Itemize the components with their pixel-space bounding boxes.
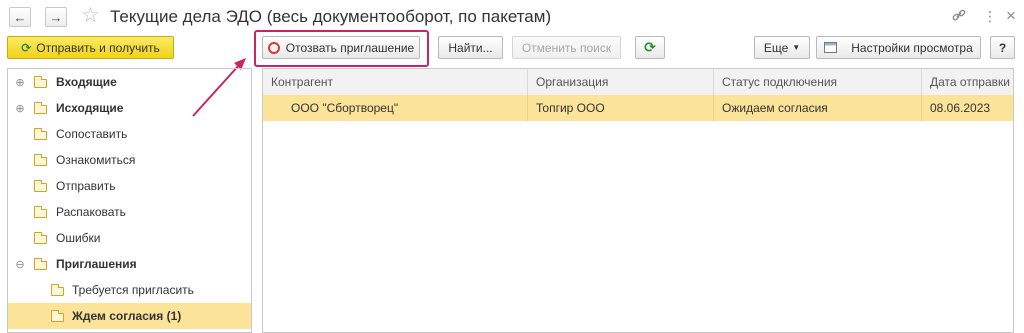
folder-icon <box>33 76 47 88</box>
folder-icon <box>33 128 47 140</box>
folder-tree: ⊕ Входящие ⊕ Исходящие Сопоставить Ознак… <box>7 68 252 333</box>
view-settings-button[interactable]: Настройки просмотра <box>816 36 981 59</box>
arrow-right-icon: → <box>49 9 63 25</box>
link-icon[interactable] <box>951 7 967 26</box>
tree-item-send[interactable]: Отправить <box>8 173 251 199</box>
more-menu-button[interactable]: Еще ▼ <box>754 36 810 59</box>
help-button[interactable]: ? <box>990 36 1015 59</box>
column-header-organization[interactable]: Организация <box>528 69 714 95</box>
folder-icon <box>33 232 47 244</box>
tree-item-awaiting-consent[interactable]: Ждем согласия (1) <box>8 303 251 329</box>
expand-icon[interactable]: ⊕ <box>15 102 25 115</box>
table-row[interactable]: ООО "Сбортворец" Топгир ООО Ожидаем согл… <box>263 95 1013 121</box>
forward-button[interactable]: → <box>45 7 67 27</box>
cancel-search-button[interactable]: Отменить поиск <box>512 36 621 59</box>
stop-icon <box>267 41 280 54</box>
folder-icon <box>33 154 47 166</box>
tree-item-invitations[interactable]: ⊖ Приглашения <box>8 251 251 277</box>
folder-icon <box>50 310 64 322</box>
folder-icon <box>33 258 47 270</box>
tree-item-unpack[interactable]: Распаковать <box>8 199 251 225</box>
column-header-connection-status[interactable]: Статус подключения <box>714 69 922 95</box>
settings-window-icon <box>824 42 838 53</box>
more-vertical-icon[interactable]: ⋮ <box>983 8 997 25</box>
close-icon[interactable]: × <box>1006 6 1016 26</box>
refresh-icon: ⟳ <box>21 40 32 55</box>
column-header-send-date[interactable]: Дата отправки <box>922 69 1013 95</box>
cell-send-date: 08.06.2023 <box>930 101 991 115</box>
cell-connection-status: Ожидаем согласия <box>714 95 922 121</box>
tree-item-match[interactable]: Сопоставить <box>8 121 251 147</box>
tree-item-review[interactable]: Ознакомиться <box>8 147 251 173</box>
title-bar: ← → ☆ Текущие дела ЭДО (весь документооб… <box>0 0 1024 34</box>
cell-organization: Топгир ООО <box>528 95 714 121</box>
back-button[interactable]: ← <box>9 7 31 27</box>
tree-item-outgoing[interactable]: ⊕ Исходящие <box>8 95 251 121</box>
window-title: Текущие дела ЭДО (весь документооборот, … <box>110 7 552 26</box>
column-header-counterparty[interactable]: Контрагент <box>263 69 528 95</box>
invitations-table: Контрагент Организация Статус подключени… <box>262 68 1014 333</box>
arrow-left-icon: ← <box>13 9 27 25</box>
star-icon[interactable]: ☆ <box>81 5 100 27</box>
collapse-icon[interactable]: ⊖ <box>15 258 25 271</box>
chevron-down-icon: ▼ <box>792 43 801 52</box>
refresh-button[interactable]: ⟳ <box>635 36 665 59</box>
refresh-icon: ⟳ <box>644 39 656 55</box>
cell-counterparty: ООО "Сбортворец" <box>263 95 528 121</box>
folder-icon <box>33 206 47 218</box>
tree-item-incoming[interactable]: ⊕ Входящие <box>8 69 251 95</box>
tree-item-errors[interactable]: Ошибки <box>8 225 251 251</box>
find-button[interactable]: Найти... <box>438 36 503 59</box>
tree-item-need-invite[interactable]: Требуется пригласить <box>8 277 251 303</box>
revoke-invitation-button[interactable]: Отозвать приглашение <box>262 36 420 59</box>
table-header: Контрагент Организация Статус подключени… <box>263 69 1013 96</box>
send-receive-button[interactable]: ⟳ Отправить и получить <box>7 36 174 59</box>
folder-icon <box>33 102 47 114</box>
folder-icon <box>33 180 47 192</box>
folder-icon <box>50 284 64 296</box>
expand-icon[interactable]: ⊕ <box>15 76 25 89</box>
